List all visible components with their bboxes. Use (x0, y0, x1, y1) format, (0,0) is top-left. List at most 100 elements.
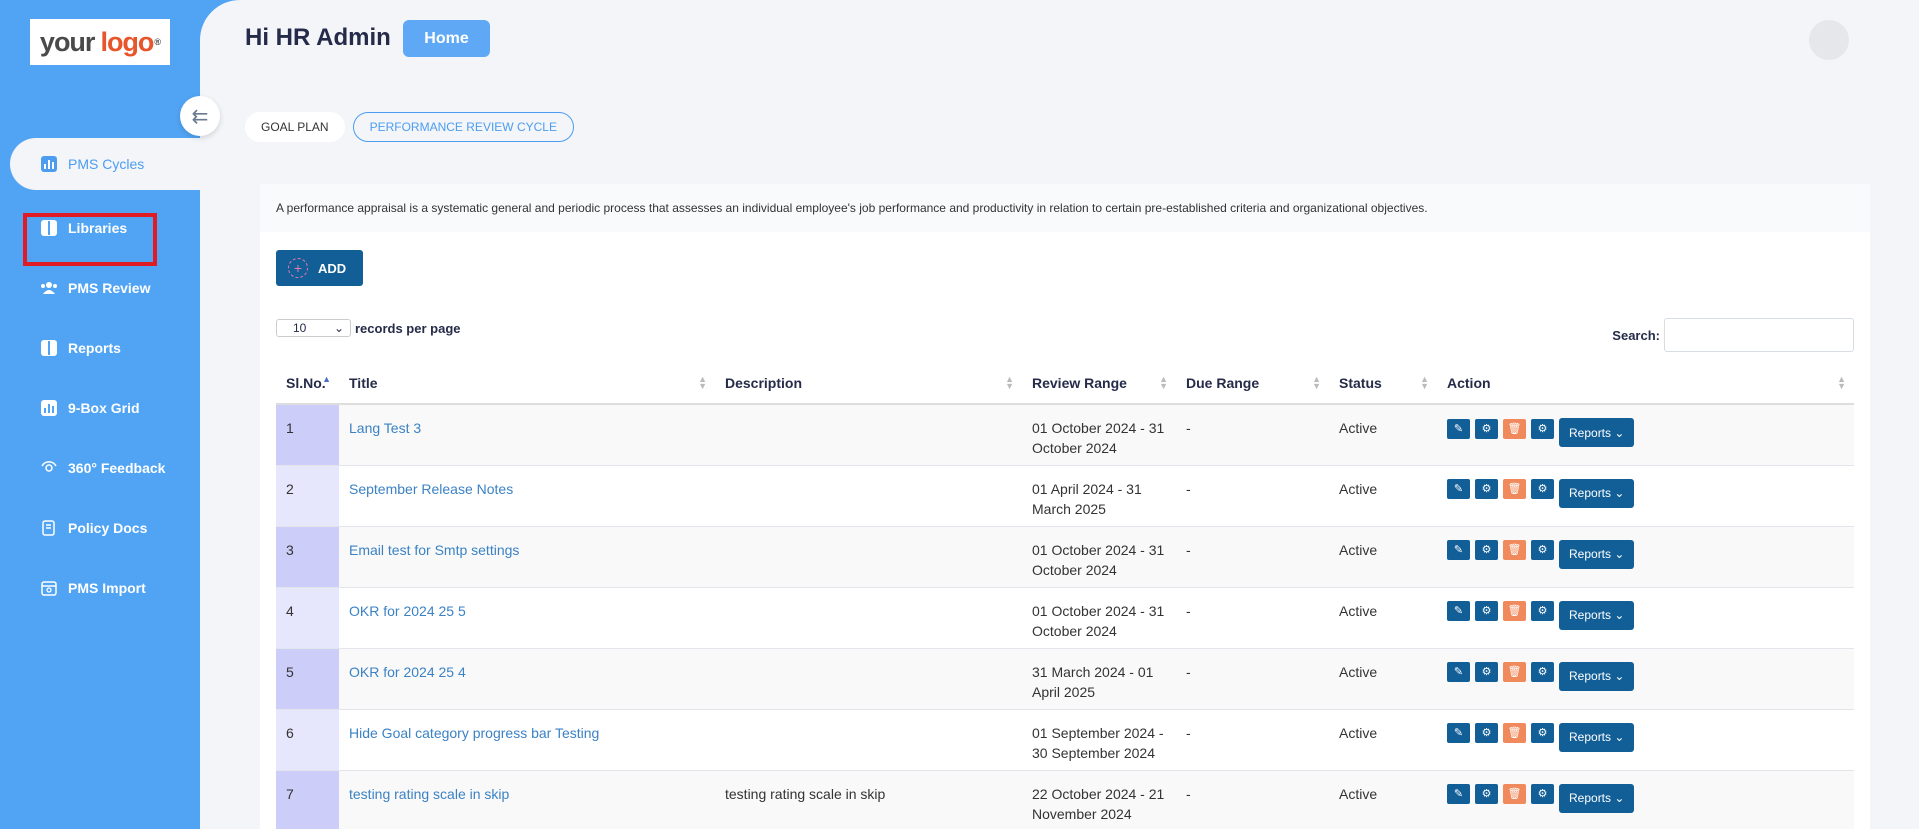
delete-icon[interactable]: 🗑 (1503, 540, 1526, 560)
gear-icon[interactable]: ⚙ (1531, 601, 1554, 621)
cell-title-link[interactable]: September Release Notes (339, 465, 715, 527)
per-page-select[interactable]: 10 ⌄ (276, 319, 351, 337)
sidebar-item-label: Policy Docs (68, 520, 148, 536)
search-area: Search: (1612, 318, 1854, 352)
sidebar-item-pms-cycles[interactable]: PMS Cycles (10, 138, 200, 190)
cell-review-range: 22 October 2024 - 21 November 2024 (1022, 770, 1176, 829)
sidebar-item-label: PMS Import (68, 580, 146, 596)
cell-title-link[interactable]: testing rating scale in skip (339, 770, 715, 829)
settings-cogs-icon[interactable]: ⚙ (1475, 479, 1498, 499)
cell-due-range: - (1176, 587, 1329, 649)
collapse-sidebar-icon[interactable]: ⇇ (180, 96, 220, 136)
cell-title-link[interactable]: Lang Test 3 (339, 404, 715, 466)
edit-icon[interactable]: ✎ (1447, 540, 1470, 560)
cell-description (715, 709, 1022, 771)
tab-performance-review-cycle[interactable]: PERFORMANCE REVIEW CYCLE (352, 112, 574, 142)
sidebar-item-label: 360° Feedback (68, 460, 166, 476)
sidebar-item-label: PMS Cycles (68, 156, 145, 172)
table-row: 7 testing rating scale in skip testing rat… (276, 770, 1854, 829)
sidebar-item-360-feedback[interactable]: 360° Feedback (0, 438, 200, 498)
header-description[interactable]: Description ▲ ▼ (715, 362, 1022, 405)
sidebar-item-9-box-grid[interactable]: 9-Box Grid (0, 378, 200, 438)
delete-icon[interactable]: 🗑 (1503, 418, 1526, 439)
sidebar-item-policy-docs[interactable]: Policy Docs (0, 498, 200, 558)
settings-cogs-icon[interactable]: ⚙ (1475, 540, 1498, 560)
content-card: A performance appraisal is a systematic … (260, 184, 1870, 829)
sort-asc-icon: ▲ (322, 374, 331, 384)
header-action[interactable]: Action ▲ ▼ (1437, 362, 1854, 405)
cell-review-range: 01 October 2024 - 31 October 2024 (1022, 526, 1176, 588)
sidebar-item-reports[interactable]: Reports (0, 318, 200, 378)
gear-icon[interactable]: ⚙ (1531, 418, 1554, 439)
cell-due-range: - (1176, 648, 1329, 710)
gear-icon[interactable]: ⚙ (1531, 723, 1554, 743)
gear-icon[interactable]: ⚙ (1531, 540, 1554, 560)
delete-icon[interactable]: 🗑 (1503, 662, 1526, 682)
gear-icon[interactable]: ⚙ (1531, 479, 1554, 499)
cell-title-link[interactable]: OKR for 2024 25 5 (339, 587, 715, 649)
gear-icon[interactable]: ⚙ (1531, 662, 1554, 682)
plus-icon: + (288, 258, 308, 278)
settings-cogs-icon[interactable]: ⚙ (1475, 418, 1498, 439)
delete-icon[interactable]: 🗑 (1503, 479, 1526, 499)
header-sl-no[interactable]: Sl.No. ▲ (276, 362, 339, 405)
settings-cogs-icon[interactable]: ⚙ (1475, 662, 1498, 682)
header-due-range[interactable]: Due Range ▲ ▼ (1176, 362, 1329, 405)
edit-icon[interactable]: ✎ (1447, 723, 1470, 743)
chevron-down-icon: ⌄ (1614, 608, 1625, 622)
cell-sl-no: 6 (276, 709, 339, 771)
edit-icon[interactable]: ✎ (1447, 662, 1470, 682)
sidebar-item-pms-review[interactable]: PMS Review (0, 258, 200, 318)
cell-due-range: - (1176, 404, 1329, 466)
chevron-down-icon: ⌄ (1614, 791, 1625, 805)
sidebar-item-pms-import[interactable]: PMS Import (0, 558, 200, 618)
reports-dropdown-button[interactable]: Reports ⌄ (1559, 418, 1635, 447)
cell-title-link[interactable]: Hide Goal category progress bar Testing (339, 709, 715, 771)
header-review-range[interactable]: Review Range ▲ ▼ (1022, 362, 1176, 405)
chevron-down-icon: ⌄ (333, 321, 344, 335)
cell-review-range: 01 October 2024 - 31 October 2024 (1022, 404, 1176, 466)
header-title[interactable]: Title ▲ ▼ (339, 362, 715, 405)
cell-description (715, 648, 1022, 710)
cell-status: Active (1329, 648, 1437, 710)
add-button[interactable]: + ADD (276, 250, 363, 286)
edit-icon[interactable]: ✎ (1447, 479, 1470, 499)
description-text: A performance appraisal is a systematic … (260, 184, 1870, 232)
gear-icon[interactable]: ⚙ (1531, 784, 1554, 804)
edit-icon[interactable]: ✎ (1447, 418, 1470, 439)
cell-sl-no: 2 (276, 465, 339, 527)
reports-dropdown-button[interactable]: Reports ⌄ (1559, 722, 1635, 752)
reports-dropdown-button[interactable]: Reports ⌄ (1559, 539, 1635, 569)
settings-cogs-icon[interactable]: ⚙ (1475, 601, 1498, 621)
cell-description (715, 587, 1022, 649)
cell-title-link[interactable]: Email test for Smtp settings (339, 526, 715, 588)
reports-dropdown-button[interactable]: Reports ⌄ (1559, 661, 1635, 691)
edit-icon[interactable]: ✎ (1447, 784, 1470, 804)
avatar[interactable] (1809, 20, 1849, 60)
cycles-table: Sl.No. ▲ Title ▲ ▼ Description ▲ ▼ Review Ran… (276, 362, 1854, 829)
settings-cogs-icon[interactable]: ⚙ (1475, 723, 1498, 743)
tab-goal-plan[interactable]: GOAL PLAN (245, 112, 345, 142)
sidebar-item-label: PMS Review (68, 280, 151, 296)
cell-description (715, 526, 1022, 588)
search-input[interactable] (1664, 318, 1854, 352)
delete-icon[interactable]: 🗑 (1503, 723, 1526, 743)
sort-icon: ▲ ▼ (1420, 374, 1429, 391)
reports-dropdown-button[interactable]: Reports ⌄ (1559, 783, 1635, 813)
reports-dropdown-button[interactable]: Reports ⌄ (1559, 600, 1635, 630)
cell-title-link[interactable]: OKR for 2024 25 4 (339, 648, 715, 710)
document-icon (40, 519, 58, 537)
reports-dropdown-button[interactable]: Reports ⌄ (1559, 478, 1635, 508)
settings-cogs-icon[interactable]: ⚙ (1475, 784, 1498, 804)
cell-due-range: - (1176, 770, 1329, 829)
sidebar-item-label: Reports (68, 340, 121, 356)
cell-action: ✎ ⚙ 🗑 ⚙ Reports ⌄ (1437, 526, 1854, 588)
header-status[interactable]: Status ▲ ▼ (1329, 362, 1437, 405)
home-button[interactable]: Home (403, 20, 490, 57)
cell-action: ✎ ⚙ 🗑 ⚙ Reports ⌄ (1437, 587, 1854, 649)
cell-description: testing rating scale in skip (715, 770, 1022, 829)
sidebar: your logo ® PMS Cycles Libraries PMS Revie… (0, 0, 200, 829)
edit-icon[interactable]: ✎ (1447, 601, 1470, 621)
delete-icon[interactable]: 🗑 (1503, 601, 1526, 621)
delete-icon[interactable]: 🗑 (1503, 784, 1526, 804)
